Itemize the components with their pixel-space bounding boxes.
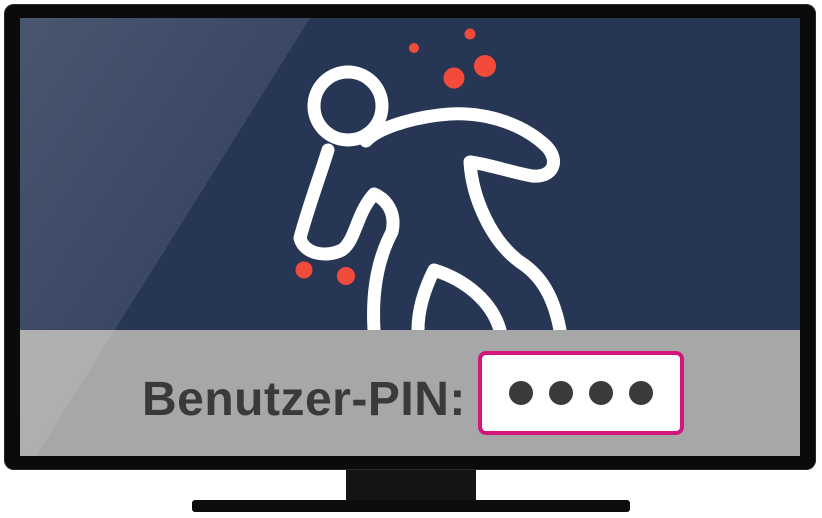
pin-digit-dot	[589, 381, 613, 405]
tv-bezel: Benutzer-PIN:	[4, 4, 816, 470]
pin-entry-bar: Benutzer-PIN:	[20, 330, 800, 456]
blood-drop-icon	[474, 55, 496, 77]
pin-label: Benutzer-PIN:	[142, 373, 466, 426]
pin-input[interactable]	[478, 351, 684, 435]
blood-spots	[295, 28, 496, 285]
tv-illustration: Benutzer-PIN:	[0, 0, 822, 518]
pin-digit-dot	[509, 381, 533, 405]
pin-digit-dot	[549, 381, 573, 405]
blood-drop-icon	[464, 28, 476, 40]
tv-stand-base	[192, 500, 630, 512]
blood-drop-icon	[409, 43, 419, 53]
pin-digit-dot	[629, 381, 653, 405]
blood-drop-icon	[337, 267, 355, 285]
blood-drop-icon	[295, 261, 313, 279]
tv-stand-neck	[346, 470, 476, 502]
blood-drop-icon	[443, 67, 465, 89]
tv-screen: Benutzer-PIN:	[20, 18, 800, 456]
